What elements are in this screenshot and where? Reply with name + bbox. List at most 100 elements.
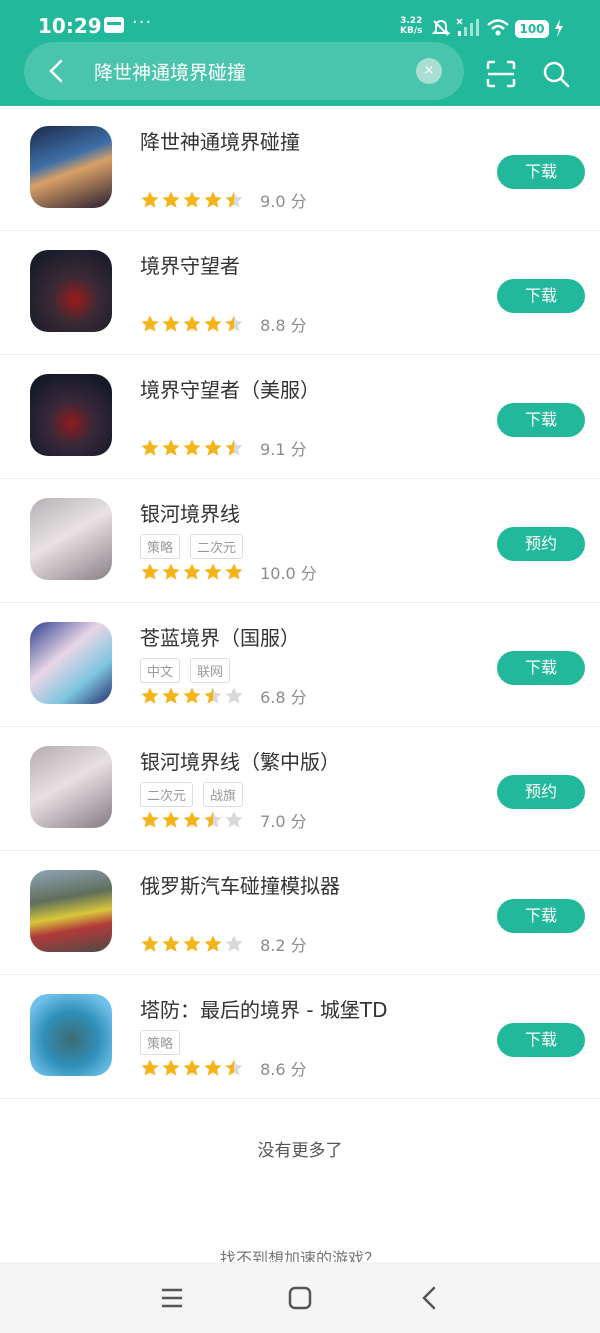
star-rating [140, 934, 245, 955]
star-rating [140, 1058, 245, 1079]
app-icon[interactable] [30, 498, 112, 580]
download-button[interactable]: 下载 [497, 403, 585, 437]
star-icon [140, 438, 160, 458]
star-icon [203, 810, 223, 830]
download-button[interactable]: 下载 [497, 651, 585, 685]
result-row[interactable]: 俄罗斯汽车碰撞模拟器 8.2 分 下载 [0, 850, 600, 975]
star-icon [161, 810, 181, 830]
app-icon[interactable] [30, 374, 112, 456]
score-text: 9.0 分 [260, 192, 307, 211]
rating: 10.0 分 [140, 560, 317, 584]
star-icon [203, 934, 223, 954]
battery-level: 100 [515, 20, 549, 38]
star-icon [182, 190, 202, 210]
back-arrow-icon[interactable] [46, 59, 68, 83]
app-name[interactable]: 塔防：最后的境界 - 城堡TD [140, 994, 388, 1023]
home-icon[interactable] [288, 1286, 312, 1310]
star-icon [182, 810, 202, 830]
star-icon [182, 314, 202, 334]
mute-icon [431, 19, 451, 36]
rating: 9.0 分 [140, 188, 307, 212]
app-name[interactable]: 境界守望者 [140, 250, 240, 279]
rating: 8.6 分 [140, 1056, 307, 1080]
scan-icon[interactable] [486, 60, 516, 88]
star-icon [182, 934, 202, 954]
notification-icon [104, 17, 124, 33]
star-icon [140, 190, 160, 210]
back-icon[interactable] [418, 1286, 442, 1310]
star-icon [140, 1058, 160, 1078]
download-button[interactable]: 下载 [497, 155, 585, 189]
wifi-icon [487, 19, 509, 36]
star-icon [224, 1058, 244, 1078]
status-bar: 10:29 ··· 3.22 KB/s 100 [0, 0, 600, 40]
tag-badge: 中文 [140, 658, 181, 683]
result-row[interactable]: 银河境界线（繁中版） 二次元 战旗 7.0 分 预约 [0, 726, 600, 851]
result-row[interactable]: 苍蓝境界（国服） 中文 联网 6.8 分 下载 [0, 602, 600, 727]
navigation-bar [0, 1262, 600, 1333]
tag-badge: 战旗 [203, 782, 244, 807]
clear-search-icon[interactable]: × [416, 58, 442, 84]
tag-badge: 策略 [140, 534, 181, 559]
star-icon [161, 562, 181, 582]
star-icon [161, 686, 181, 706]
star-rating [140, 562, 245, 583]
star-icon [140, 934, 160, 954]
app-icon[interactable] [30, 250, 112, 332]
reserve-button[interactable]: 预约 [497, 527, 585, 561]
star-icon [203, 190, 223, 210]
app-icon[interactable] [30, 994, 112, 1076]
app-name[interactable]: 苍蓝境界（国服） [140, 622, 300, 651]
app-icon[interactable] [30, 870, 112, 952]
star-icon [182, 562, 202, 582]
result-row[interactable]: 境界守望者（美服） 9.1 分 下载 [0, 354, 600, 479]
app-icon[interactable] [30, 622, 112, 704]
app-name[interactable]: 境界守望者（美服） [140, 374, 320, 403]
star-icon [203, 314, 223, 334]
star-icon [224, 934, 244, 954]
app-icon[interactable] [30, 746, 112, 828]
result-row[interactable]: 塔防：最后的境界 - 城堡TD 策略 8.6 分 下载 [0, 974, 600, 1099]
star-icon [203, 438, 223, 458]
star-icon [140, 686, 160, 706]
app-name[interactable]: 俄罗斯汽车碰撞模拟器 [140, 870, 340, 899]
star-rating [140, 438, 245, 459]
tag-list: 策略 [140, 1030, 190, 1055]
star-icon [224, 190, 244, 210]
score-text: 8.2 分 [260, 936, 307, 955]
header-bar: 10:29 ··· 3.22 KB/s 100 降世神通境界碰撞 × [0, 0, 600, 106]
download-button[interactable]: 下载 [497, 1023, 585, 1057]
app-name[interactable]: 银河境界线（繁中版） [140, 746, 340, 775]
score-text: 9.1 分 [260, 440, 307, 459]
signal-icon [456, 18, 479, 36]
star-rating [140, 686, 245, 707]
app-icon[interactable] [30, 126, 112, 208]
rating: 8.2 分 [140, 932, 307, 956]
download-button[interactable]: 下载 [497, 899, 585, 933]
menu-icon[interactable] [160, 1286, 184, 1310]
star-icon [182, 1058, 202, 1078]
result-row[interactable]: 银河境界线 策略 二次元 10.0 分 预约 [0, 478, 600, 603]
reserve-button[interactable]: 预约 [497, 775, 585, 809]
star-rating [140, 314, 245, 335]
star-icon [203, 686, 223, 706]
app-name[interactable]: 降世神通境界碰撞 [140, 126, 300, 155]
result-row[interactable]: 境界守望者 8.8 分 下载 [0, 230, 600, 355]
star-icon [140, 810, 160, 830]
rating: 8.8 分 [140, 312, 307, 336]
tag-badge: 二次元 [190, 534, 244, 559]
search-icon[interactable] [542, 60, 570, 88]
star-icon [161, 314, 181, 334]
score-text: 8.8 分 [260, 316, 307, 335]
tag-list: 中文 联网 [140, 658, 240, 683]
star-icon [161, 934, 181, 954]
star-rating [140, 810, 245, 831]
star-icon [224, 438, 244, 458]
search-box[interactable]: 降世神通境界碰撞 × [24, 42, 464, 100]
search-input[interactable]: 降世神通境界碰撞 [94, 58, 246, 85]
star-icon [203, 1058, 223, 1078]
result-row[interactable]: 降世神通境界碰撞 9.0 分 下载 [0, 106, 600, 231]
score-text: 6.8 分 [260, 688, 307, 707]
download-button[interactable]: 下载 [497, 279, 585, 313]
app-name[interactable]: 银河境界线 [140, 498, 240, 527]
